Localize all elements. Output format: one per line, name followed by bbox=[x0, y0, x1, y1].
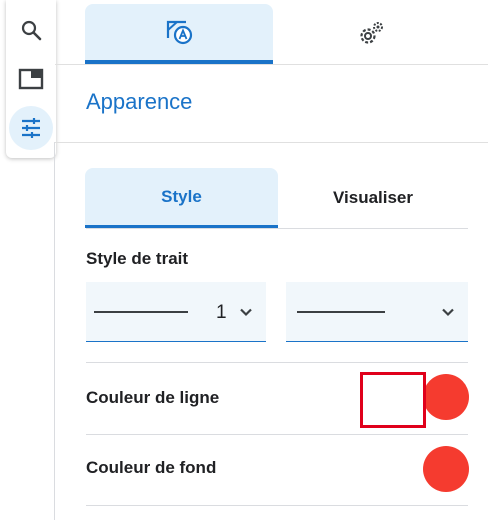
row-divider bbox=[86, 505, 468, 506]
search-icon bbox=[21, 20, 42, 41]
line-style-select[interactable] bbox=[286, 282, 468, 342]
tab-appearance[interactable] bbox=[85, 4, 273, 64]
title-divider bbox=[55, 142, 488, 143]
settings-gears-icon bbox=[360, 22, 383, 44]
line-preview bbox=[94, 311, 188, 313]
appearance-icon bbox=[166, 20, 193, 45]
row-divider bbox=[86, 362, 468, 363]
line-style-preview bbox=[297, 311, 385, 313]
properties-button[interactable] bbox=[9, 106, 53, 150]
tab-style[interactable]: Style bbox=[85, 168, 278, 228]
row-divider bbox=[86, 434, 468, 435]
chevron-down-icon bbox=[442, 308, 454, 317]
line-thickness-select[interactable]: 1 bbox=[86, 282, 266, 342]
fill-color-swatch[interactable] bbox=[423, 446, 469, 492]
graphics-view-button[interactable] bbox=[9, 57, 53, 101]
highlight-box bbox=[360, 372, 426, 428]
line-color-swatch[interactable] bbox=[423, 374, 469, 420]
chevron-down-icon bbox=[240, 308, 252, 317]
subtabs-divider bbox=[86, 228, 468, 229]
tab-style-label: Style bbox=[161, 186, 202, 206]
fill-color-label: Couleur de fond bbox=[86, 458, 217, 477]
left-toolbar bbox=[6, 0, 56, 158]
properties-panel: Apparence Style Visualiser Style de trai… bbox=[55, 0, 488, 520]
panel-title: Apparence bbox=[86, 89, 193, 114]
line-color-label: Couleur de ligne bbox=[86, 388, 220, 407]
line-thickness-value: 1 bbox=[216, 302, 227, 323]
tabs-divider bbox=[55, 64, 488, 65]
graphics-view-icon bbox=[18, 68, 44, 90]
sliders-icon bbox=[22, 118, 40, 138]
line-style-label: Style de trait bbox=[86, 249, 189, 268]
tab-visualiser-label: Visualiser bbox=[332, 188, 414, 207]
tab-visualiser[interactable]: Visualiser bbox=[278, 168, 468, 228]
search-button[interactable] bbox=[9, 8, 53, 52]
tab-settings[interactable] bbox=[273, 4, 469, 64]
